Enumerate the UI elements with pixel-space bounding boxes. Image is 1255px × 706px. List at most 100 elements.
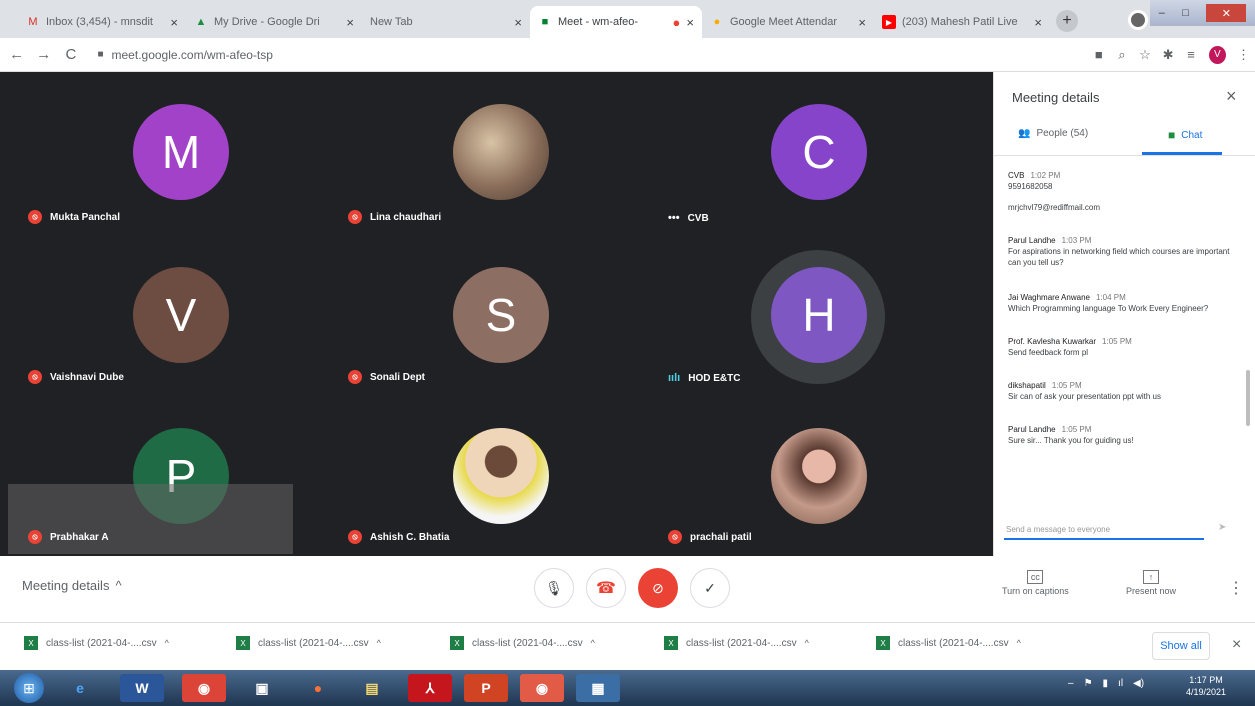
minimize-icon[interactable]: – <box>1159 7 1165 19</box>
close-icon[interactable]: × <box>514 15 522 30</box>
maximize-icon[interactable]: □ <box>1182 7 1189 19</box>
chrome-icon[interactable]: ◉ <box>182 674 226 702</box>
chat-message: Jai Waghmare Anwane 1:04 PM Which Program… <box>1008 293 1209 313</box>
media-player-icon[interactable]: ▣ <box>240 674 284 702</box>
avatar[interactable]: V <box>1208 45 1226 64</box>
download-item[interactable]: Xclass-list (2021-04-....csv ^ <box>664 636 809 650</box>
chat-message: mrjchvl79@rediffmail.com <box>1008 203 1100 212</box>
participant-tile[interactable]: H ıılı HOD E&TC <box>640 232 960 392</box>
download-item[interactable]: Xclass-list (2021-04-....csv ^ <box>450 636 595 650</box>
tab-meet[interactable]: ■ Meet - wm-afeo- ● × <box>530 6 702 38</box>
new-tab-button[interactable]: + <box>1056 10 1078 32</box>
download-item[interactable]: Xclass-list (2021-04-....csv ^ <box>236 636 381 650</box>
profile-icon[interactable] <box>1128 10 1148 30</box>
captions-button[interactable]: cc Turn on captions <box>1002 570 1069 596</box>
participant-tile[interactable]: C ••• CVB <box>640 72 960 232</box>
download-item[interactable]: Xclass-list (2021-04-....csv ^ <box>876 636 1021 650</box>
close-icon[interactable]: × <box>346 15 354 30</box>
more-options-icon[interactable]: ••• <box>668 212 680 224</box>
avatar: V <box>133 267 229 363</box>
flag-icon[interactable]: ⚑ <box>1084 678 1093 689</box>
more-options-icon[interactable]: ⋮ <box>1228 578 1244 598</box>
panel-title: Meeting details <box>1012 90 1100 105</box>
meeting-details-button[interactable]: Meeting details ^ <box>22 578 122 593</box>
avatar-photo <box>453 104 549 200</box>
present-button[interactable]: ↑ Present now <box>1126 570 1176 596</box>
participant-tile[interactable]: V ⦸ Vaishnavi Dube <box>0 232 320 392</box>
chat-input[interactable]: Send a message to everyone <box>1004 520 1204 540</box>
firefox-icon[interactable]: ● <box>296 674 340 702</box>
raise-hand-button[interactable]: ✓ <box>690 568 730 608</box>
close-icon[interactable]: × <box>1232 636 1241 654</box>
reload-icon[interactable]: C <box>60 46 81 63</box>
tab-attendance[interactable]: ● Google Meet Attendar × <box>702 6 874 38</box>
tab-new-tab[interactable]: New Tab × <box>362 6 530 38</box>
internet-explorer-icon[interactable]: e <box>58 674 102 702</box>
file-explorer-icon[interactable]: ▤ <box>350 674 394 702</box>
chevron-up-icon[interactable]: ^ <box>591 638 595 648</box>
start-button[interactable]: ⊞ <box>14 673 44 703</box>
close-icon[interactable]: × <box>858 15 866 30</box>
chat-message-list: CVB 1:02 PM 9591682058 mrjchvl79@rediffma… <box>1008 170 1240 500</box>
chevron-up-icon[interactable]: ^ <box>377 638 381 648</box>
leave-call-button[interactable]: ☎ <box>586 568 626 608</box>
device-icon[interactable]: ▮ <box>1103 678 1109 689</box>
close-icon[interactable]: × <box>1034 15 1042 30</box>
menu-icon[interactable]: ⋮ <box>1232 47 1255 63</box>
download-item[interactable]: Xclass-list (2021-04-....csv ^ <box>24 636 169 650</box>
camera-off-icon: ⊘ <box>652 579 664 596</box>
powerpoint-icon[interactable]: P <box>464 674 508 702</box>
chevron-up-icon[interactable]: ^ <box>1017 638 1021 648</box>
chrome-window-icon[interactable]: ◉ <box>520 674 564 702</box>
close-icon[interactable]: × <box>686 15 694 30</box>
tab-gmail[interactable]: M Inbox (3,454) - mnsdit × <box>18 6 186 38</box>
app-window-icon[interactable]: ▦ <box>576 674 620 702</box>
acrobat-icon[interactable]: ⅄ <box>408 674 452 702</box>
participant-name: Prabhakar A <box>50 531 109 543</box>
participant-name: Mukta Panchal <box>50 211 121 223</box>
tab-drive[interactable]: ▲ My Drive - Google Dri × <box>186 6 362 38</box>
chat-message: Prof. Kavlesha Kuwarkar 1:05 PM Send feed… <box>1008 337 1132 357</box>
participant-tile[interactable]: S ⦸ Sonali Dept <box>320 232 640 392</box>
star-icon[interactable]: ☆ <box>1133 47 1156 63</box>
mic-off-icon: ⦸ <box>348 370 362 384</box>
media-icon[interactable]: ≡ <box>1180 47 1203 62</box>
excel-file-icon: X <box>876 636 890 650</box>
close-icon[interactable]: × <box>1226 86 1237 107</box>
url-field[interactable]: ■ meet.google.com/wm-afeo-tsp <box>91 42 996 67</box>
camera-button[interactable]: ⊘ <box>638 568 678 608</box>
zoom-icon[interactable]: ⌕ <box>1110 47 1133 63</box>
participant-tile[interactable]: ⦸ Ashish C. Bhatia <box>320 392 640 552</box>
close-icon[interactable]: × <box>170 15 178 30</box>
volume-icon[interactable]: ◀) <box>1133 678 1144 689</box>
network-icon[interactable]: ıl <box>1118 678 1123 689</box>
chevron-up-icon[interactable]: ^ <box>805 638 809 648</box>
participant-name: Lina chaudhari <box>370 211 442 223</box>
chat-scrollbar[interactable] <box>1246 370 1250 426</box>
meet-icon: ■ <box>541 16 549 28</box>
participant-tile[interactable]: ⦸ prachali patil <box>640 392 960 552</box>
tray-arrow-icon[interactable]: – <box>1068 678 1074 689</box>
avatar: S <box>453 267 549 363</box>
window-close-icon[interactable]: ✕ <box>1206 4 1247 22</box>
participant-tile[interactable]: ⦸ Lina chaudhari <box>320 72 640 232</box>
send-icon[interactable]: ➤ <box>1218 522 1226 533</box>
microphone-button[interactable]: 🎙 <box>534 568 574 608</box>
participant-tile[interactable]: M ⦸ Mukta Panchal <box>0 72 320 232</box>
chevron-up-icon[interactable]: ^ <box>165 638 169 648</box>
chat-message: Parul Landhe 1:05 PM Sure sir... Thank yo… <box>1008 425 1134 445</box>
word-icon[interactable]: W <box>120 674 164 702</box>
back-icon[interactable]: ← <box>6 46 27 63</box>
show-all-button[interactable]: Show all <box>1152 632 1210 660</box>
tab-people[interactable]: 👥 People (54) <box>1018 128 1088 139</box>
tab-youtube[interactable]: ▶ (203) Mahesh Patil Live × <box>874 6 1050 38</box>
camera-icon[interactable]: ■ <box>1087 47 1110 62</box>
tab-chat[interactable]: ■ Chat <box>1168 128 1202 142</box>
forward-icon[interactable]: → <box>33 46 54 63</box>
chat-message: dikshapatil 1:05 PM Sir can of ask your p… <box>1008 381 1161 401</box>
participant-name: prachali patil <box>690 531 752 543</box>
record-icon: ● <box>672 14 681 30</box>
clock[interactable]: 1:17 PM 4/19/2021 <box>1186 674 1226 698</box>
extensions-icon[interactable]: ✱ <box>1156 47 1179 63</box>
chat-message: CVB 1:02 PM 9591682058 <box>1008 171 1061 191</box>
